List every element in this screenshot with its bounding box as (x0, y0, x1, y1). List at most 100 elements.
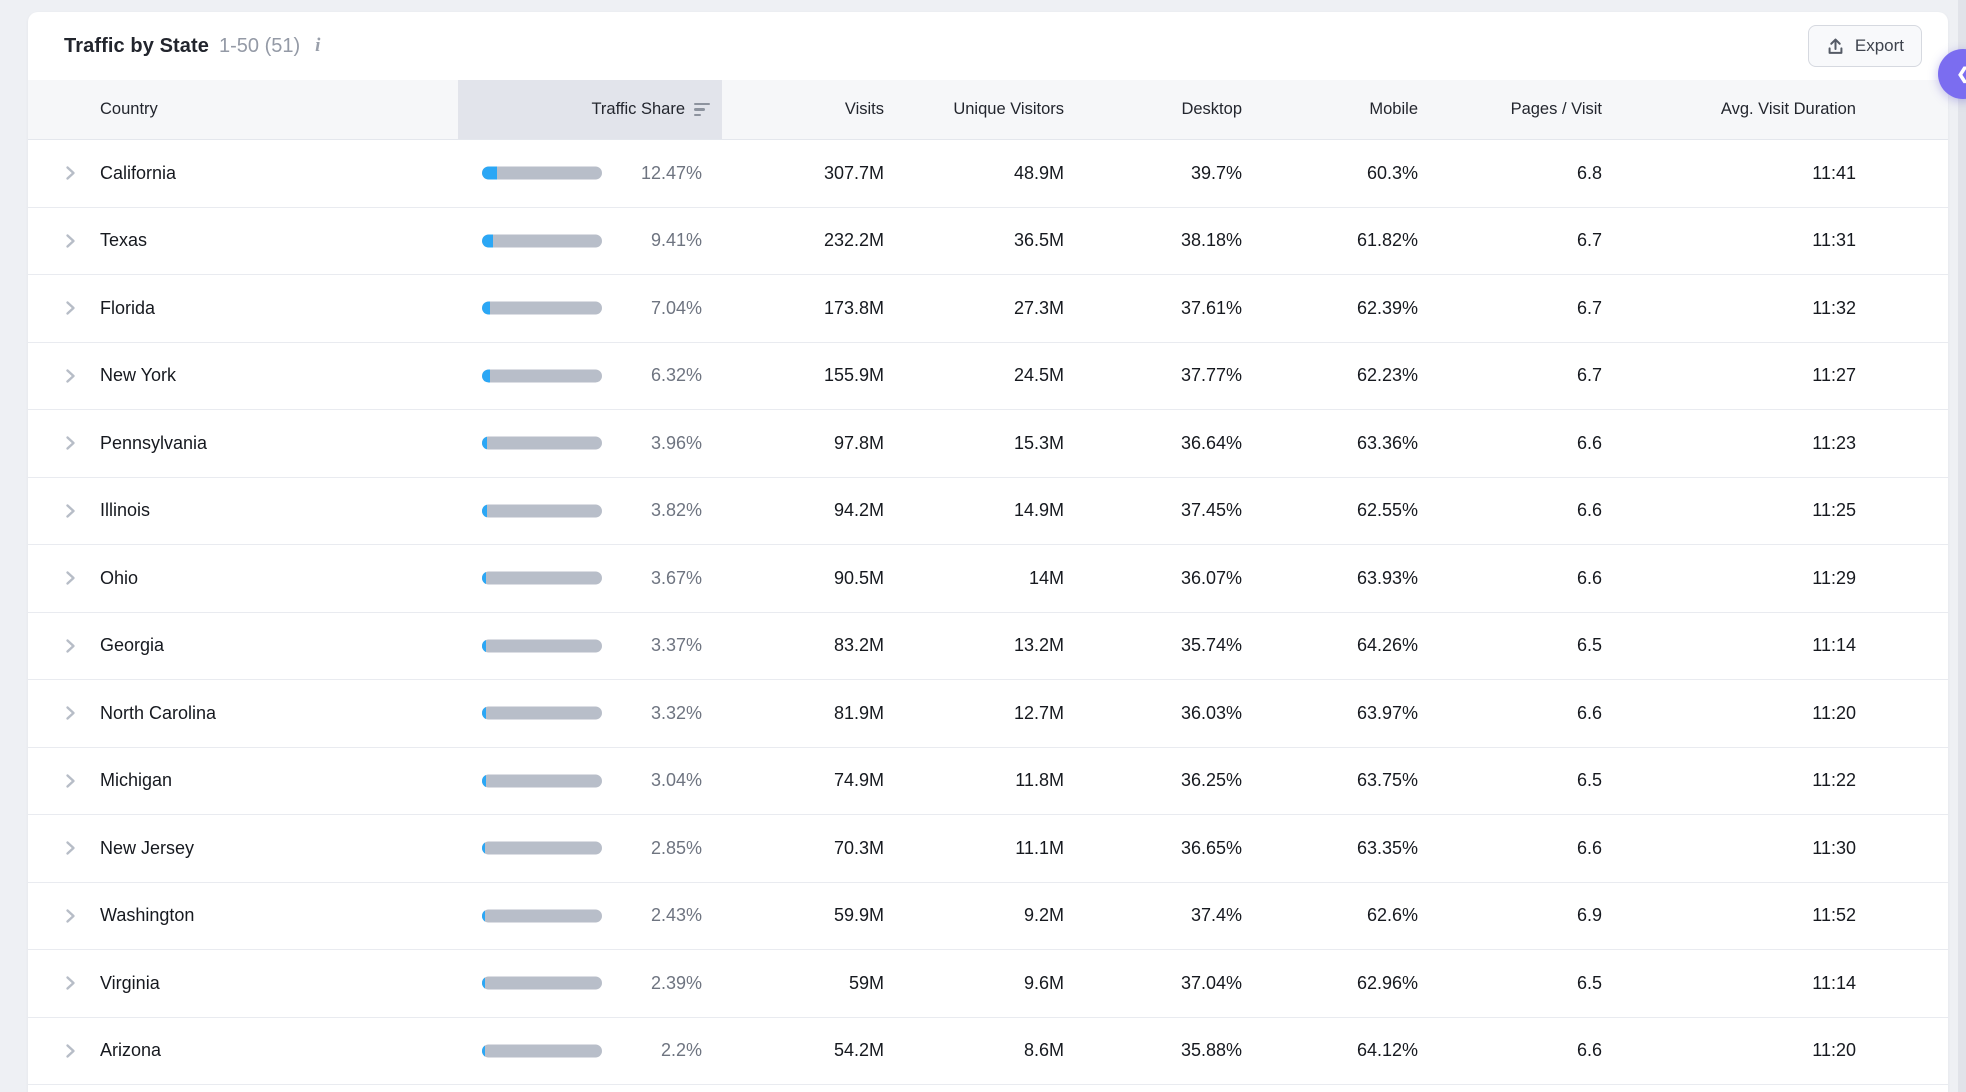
chevron-right-icon[interactable] (64, 298, 77, 318)
page-title: Traffic by State (64, 35, 209, 58)
column-header-pages-per-visit[interactable]: Pages / Visit (1418, 100, 1602, 119)
state-name: Florida (100, 298, 458, 319)
upload-icon (1826, 37, 1845, 56)
visits-value: 307.7M (722, 163, 884, 184)
chevron-right-icon[interactable] (64, 433, 77, 453)
state-name: New York (100, 365, 458, 386)
traffic-share-cell: 2.43% (458, 883, 722, 950)
visits-value: 90.5M (722, 568, 884, 589)
unique-visitors-value: 13.2M (884, 635, 1064, 656)
traffic-share-cell: 3.96% (458, 410, 722, 477)
pages-per-visit-value: 6.6 (1418, 568, 1602, 589)
traffic-share-bar (482, 167, 602, 180)
mobile-share-value: 62.39% (1242, 298, 1418, 319)
traffic-share-cell: 6.32% (458, 343, 722, 410)
traffic-share-bar (482, 909, 602, 922)
export-button[interactable]: Export (1808, 25, 1922, 67)
avg-visit-duration-value: 11:41 (1602, 163, 1856, 184)
chevron-right-icon[interactable] (64, 231, 77, 251)
table-row[interactable]: Virginia 2.39% 59M 9.6M 37.04% 62.96% 6.… (28, 950, 1948, 1018)
pages-per-visit-value: 6.5 (1418, 635, 1602, 656)
table-row[interactable]: North Carolina 3.32% 81.9M 12.7M 36.03% … (28, 680, 1948, 748)
chevron-right-icon[interactable] (64, 973, 77, 993)
avg-visit-duration-value: 11:14 (1602, 973, 1856, 994)
traffic-share-bar (482, 977, 602, 990)
table-row[interactable]: Ohio 3.67% 90.5M 14M 36.07% 63.93% 6.6 1… (28, 545, 1948, 613)
chevron-right-icon[interactable] (64, 771, 77, 791)
chevron-right-icon[interactable] (64, 1041, 77, 1061)
pages-per-visit-value: 6.7 (1418, 298, 1602, 319)
info-icon[interactable]: i (315, 35, 320, 57)
chevron-right-icon[interactable] (64, 501, 77, 521)
table-row[interactable]: California 12.47% 307.7M 48.9M 39.7% 60.… (28, 140, 1948, 208)
chevron-right-icon[interactable] (64, 838, 77, 858)
unique-visitors-value: 11.1M (884, 838, 1064, 859)
mobile-share-value: 63.36% (1242, 433, 1418, 454)
table-row[interactable]: Arizona 2.2% 54.2M 8.6M 35.88% 64.12% 6.… (28, 1018, 1948, 1086)
desktop-share-value: 35.74% (1064, 635, 1242, 656)
column-header-avg-visit-duration[interactable]: Avg. Visit Duration (1602, 100, 1856, 119)
state-name: California (100, 163, 458, 184)
state-name: New Jersey (100, 838, 458, 859)
column-header-traffic-share[interactable]: Traffic Share (458, 80, 722, 139)
panel-header: Traffic by State 1-50 (51) i Export (28, 12, 1948, 80)
traffic-share-cell: 3.82% (458, 478, 722, 545)
avg-visit-duration-value: 11:22 (1602, 770, 1856, 791)
table-body: California 12.47% 307.7M 48.9M 39.7% 60.… (28, 140, 1948, 1085)
pages-per-visit-value: 6.6 (1418, 703, 1602, 724)
table-row[interactable]: Illinois 3.82% 94.2M 14.9M 37.45% 62.55%… (28, 478, 1948, 546)
table-row[interactable]: New Jersey 2.85% 70.3M 11.1M 36.65% 63.3… (28, 815, 1948, 883)
visits-value: 94.2M (722, 500, 884, 521)
traffic-share-bar (482, 842, 602, 855)
traffic-share-cell: 2.39% (458, 950, 722, 1017)
table-row[interactable]: Pennsylvania 3.96% 97.8M 15.3M 36.64% 63… (28, 410, 1948, 478)
desktop-share-value: 36.07% (1064, 568, 1242, 589)
traffic-share-cell: 2.85% (458, 815, 722, 882)
traffic-share-cell: 2.2% (458, 1018, 722, 1085)
column-header-unique-visitors[interactable]: Unique Visitors (884, 100, 1064, 119)
scrollbar[interactable] (1958, 0, 1966, 1092)
desktop-share-value: 37.4% (1064, 905, 1242, 926)
table-row[interactable]: New York 6.32% 155.9M 24.5M 37.77% 62.23… (28, 343, 1948, 411)
traffic-share-bar (482, 234, 602, 247)
chevron-right-icon[interactable] (64, 703, 77, 723)
chevron-right-icon[interactable] (64, 366, 77, 386)
desktop-share-value: 36.25% (1064, 770, 1242, 791)
column-header-visits[interactable]: Visits (722, 100, 884, 119)
unique-visitors-value: 8.6M (884, 1040, 1064, 1061)
table-row[interactable]: Texas 9.41% 232.2M 36.5M 38.18% 61.82% 6… (28, 208, 1948, 276)
table-row[interactable]: Florida 7.04% 173.8M 27.3M 37.61% 62.39%… (28, 275, 1948, 343)
column-header-country[interactable]: Country (100, 100, 458, 119)
traffic-share-bar (482, 639, 602, 652)
state-name: Michigan (100, 770, 458, 791)
chevron-right-icon[interactable] (64, 163, 77, 183)
table-row[interactable]: Washington 2.43% 59.9M 9.2M 37.4% 62.6% … (28, 883, 1948, 951)
column-header-mobile[interactable]: Mobile (1242, 100, 1418, 119)
chevron-right-icon[interactable] (64, 906, 77, 926)
pages-per-visit-value: 6.6 (1418, 1040, 1602, 1061)
unique-visitors-value: 11.8M (884, 770, 1064, 791)
traffic-share-bar (482, 707, 602, 720)
unique-visitors-value: 27.3M (884, 298, 1064, 319)
traffic-share-bar (482, 437, 602, 450)
column-header-desktop[interactable]: Desktop (1064, 100, 1242, 119)
avg-visit-duration-value: 11:32 (1602, 298, 1856, 319)
traffic-share-bar (482, 302, 602, 315)
table-row[interactable]: Georgia 3.37% 83.2M 13.2M 35.74% 64.26% … (28, 613, 1948, 681)
avg-visit-duration-value: 11:29 (1602, 568, 1856, 589)
visits-value: 155.9M (722, 365, 884, 386)
avg-visit-duration-value: 11:52 (1602, 905, 1856, 926)
pages-per-visit-value: 6.6 (1418, 838, 1602, 859)
chevron-right-icon[interactable] (64, 636, 77, 656)
mobile-share-value: 62.96% (1242, 973, 1418, 994)
traffic-share-bar-fill (482, 369, 490, 382)
desktop-share-value: 36.03% (1064, 703, 1242, 724)
visits-value: 81.9M (722, 703, 884, 724)
desktop-share-value: 36.64% (1064, 433, 1242, 454)
state-name: Georgia (100, 635, 458, 656)
chevron-right-icon[interactable] (64, 568, 77, 588)
avg-visit-duration-value: 11:14 (1602, 635, 1856, 656)
desktop-share-value: 37.77% (1064, 365, 1242, 386)
table-row[interactable]: Michigan 3.04% 74.9M 11.8M 36.25% 63.75%… (28, 748, 1948, 816)
avg-visit-duration-value: 11:30 (1602, 838, 1856, 859)
